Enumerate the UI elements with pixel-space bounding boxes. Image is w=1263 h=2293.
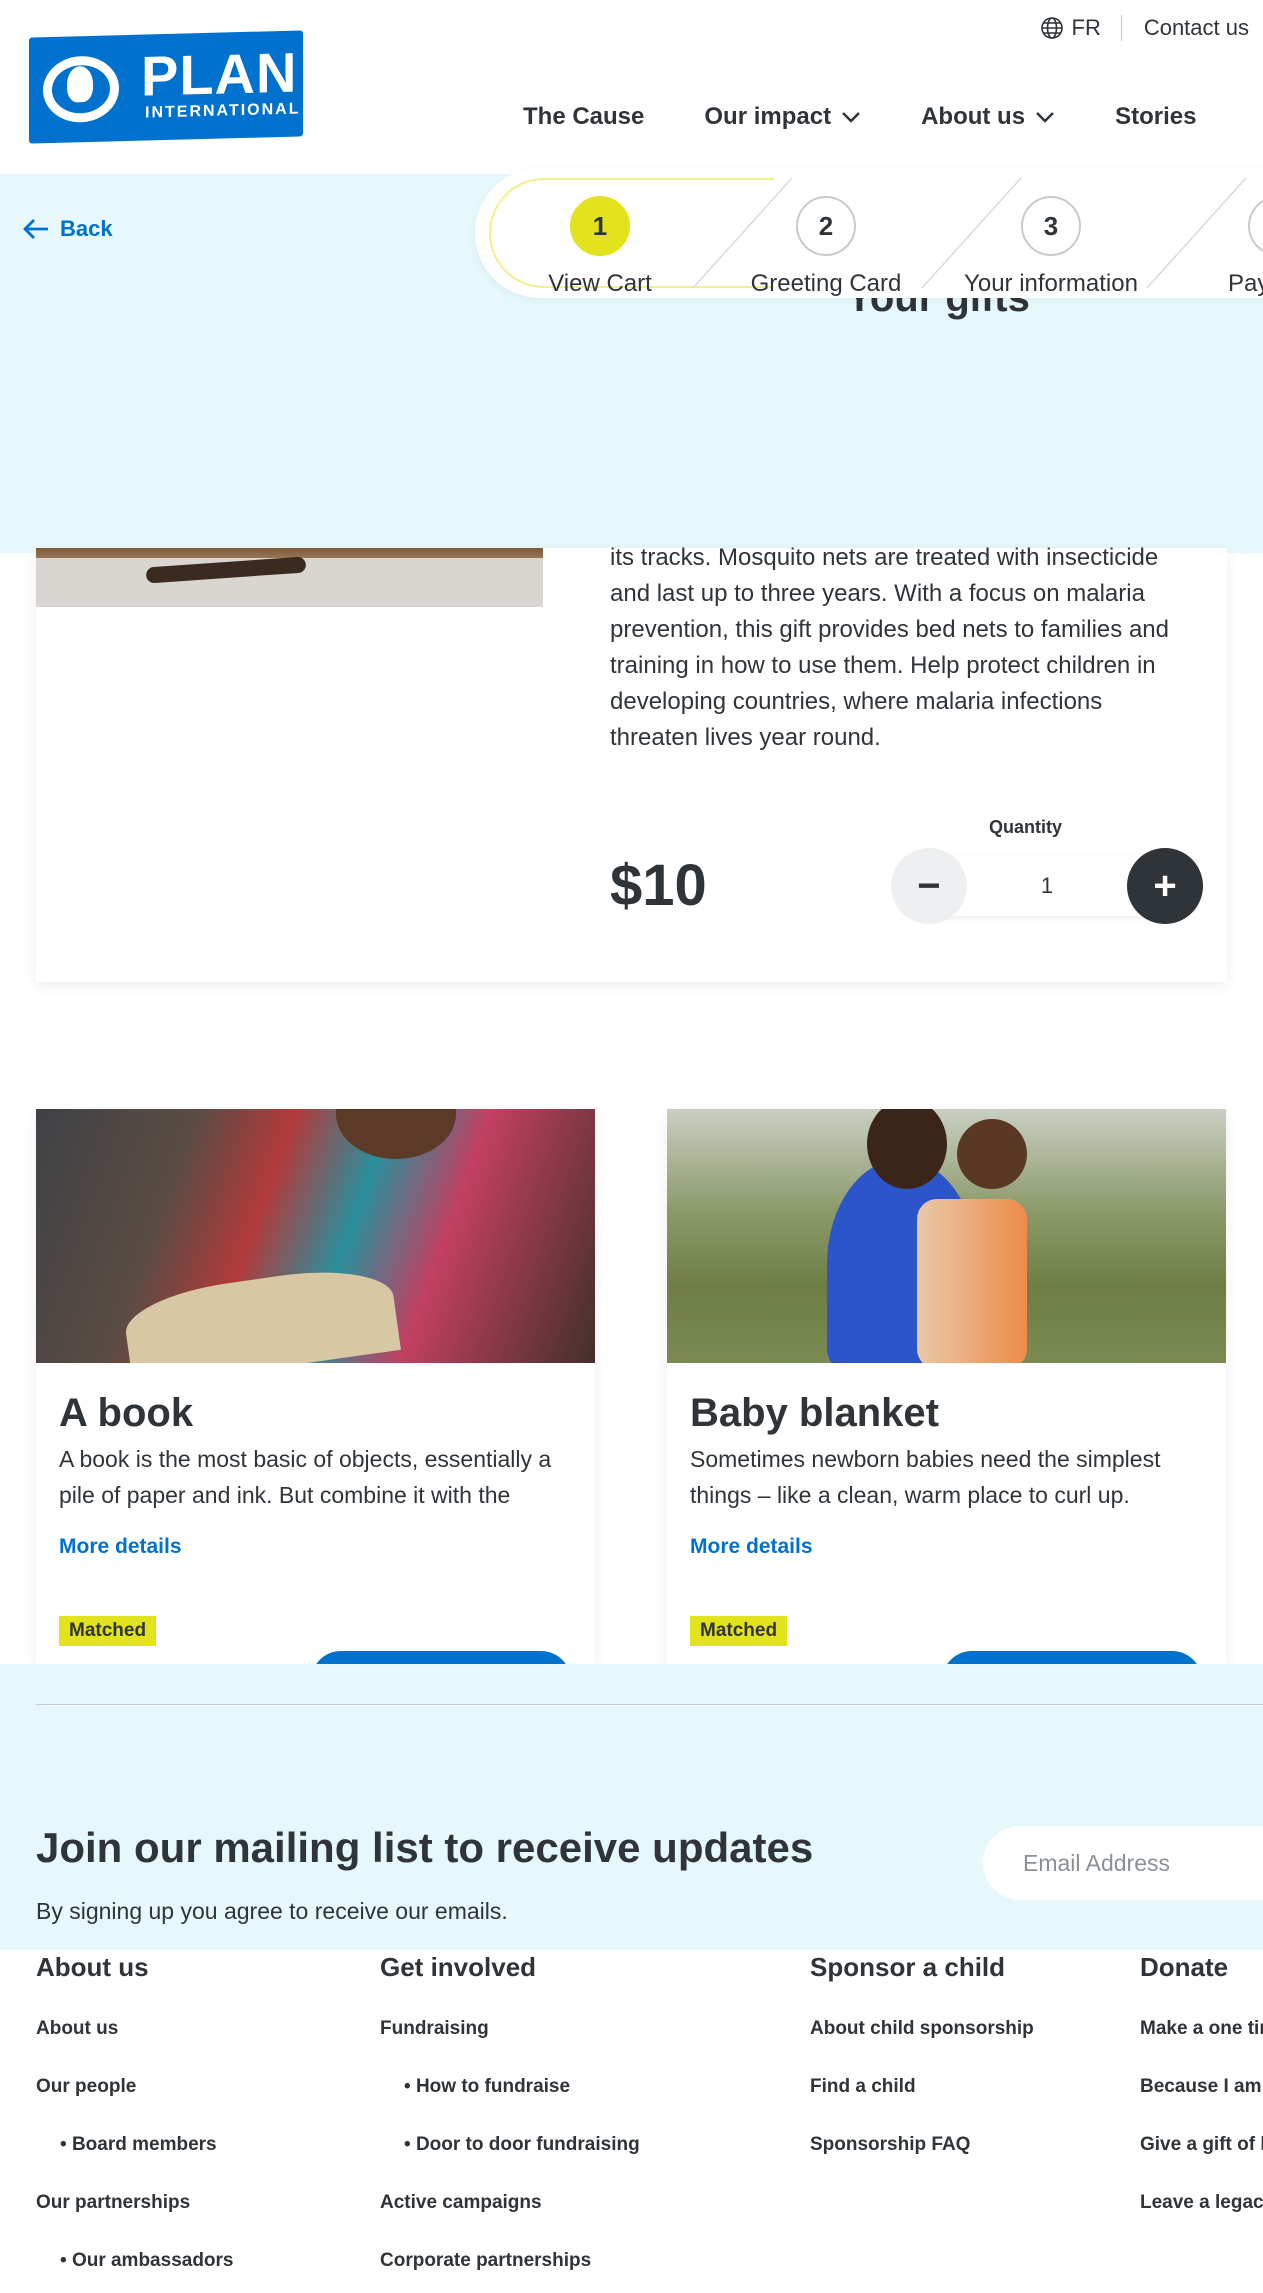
image-detail <box>917 1199 1027 1363</box>
newsletter-section: Join our mailing list to receive updates… <box>0 1664 1263 1950</box>
footer-link[interactable]: Our people <box>36 2075 234 2099</box>
footer-link[interactable]: Door to door fundraising <box>380 2133 640 2157</box>
quantity-label: Quantity <box>989 817 1063 837</box>
step-label: Your information <box>964 270 1138 297</box>
nav-label: Stories <box>1115 103 1197 130</box>
decrease-quantity-button[interactable]: − <box>891 848 967 924</box>
chevron-down-icon <box>842 112 860 123</box>
footer-column-about: About us About us Our people Board membe… <box>36 1950 234 2273</box>
chevron-down-icon <box>1036 112 1054 123</box>
step-label: Payment <box>1228 270 1263 297</box>
step-number: 1 <box>570 196 630 256</box>
product-image <box>36 1109 595 1363</box>
footer-heading: About us <box>36 1952 149 1982</box>
footer-link[interactable]: How to fundraise <box>380 2075 640 2099</box>
footer-link[interactable]: Because I am a Girl <box>1140 2075 1263 2099</box>
product-title: Baby blanket <box>690 1391 939 1435</box>
image-detail <box>957 1119 1027 1189</box>
product-card-book: A book A book is the most basic of objec… <box>36 1109 595 1664</box>
arrow-left-icon <box>23 219 48 239</box>
language-switcher[interactable]: FR <box>1040 15 1122 41</box>
footer-link[interactable]: Our ambassadors <box>36 2249 234 2273</box>
step-number: 2 <box>796 196 856 256</box>
utility-nav: FR Contact us <box>1040 14 1263 42</box>
footer-link[interactable]: Board members <box>36 2133 234 2157</box>
product-card-baby-blanket: Baby blanket Sometimes newborn babies ne… <box>667 1109 1226 1664</box>
main-nav: The Cause Our impact About us Stories <box>523 103 1256 131</box>
footer-link[interactable]: Our partnerships <box>36 2191 234 2215</box>
quantity-value[interactable]: 1 <box>967 848 1127 924</box>
step-payment[interactable]: 4 Payment <box>1176 196 1263 298</box>
product-description: A book is the most basic of objects, ess… <box>59 1446 552 1508</box>
footer-heading: Get involved <box>380 1952 537 1982</box>
footer-link[interactable]: Fundraising <box>380 2017 640 2041</box>
step-number: 3 <box>1021 196 1081 256</box>
image-detail <box>121 1260 401 1363</box>
footer-column-get-involved: Get involved Fundraising How to fundrais… <box>380 1950 640 2273</box>
matched-badge: Matched <box>59 1616 157 1646</box>
back-label: Back <box>60 216 113 241</box>
logo-subtitle: INTERNATIONAL <box>145 100 301 122</box>
product-title: A book <box>59 1391 194 1435</box>
increase-quantity-button[interactable]: + <box>1127 848 1203 924</box>
more-details-link[interactable]: More details <box>690 1535 813 1559</box>
email-field[interactable]: Email Address <box>983 1826 1263 1900</box>
footer-link[interactable]: Leave a legacy <box>1140 2191 1263 2215</box>
step-number: 4 <box>1248 196 1263 256</box>
footer-link[interactable]: Sponsorship FAQ <box>810 2133 1034 2157</box>
nav-item-our-impact[interactable]: Our impact <box>704 103 861 131</box>
plan-international-logo[interactable]: PLAN INTERNATIONAL <box>29 30 303 144</box>
footer-link[interactable]: About us <box>36 2017 234 2041</box>
footer-link[interactable]: Make a one time donation <box>1140 2017 1263 2041</box>
footer-link[interactable]: Active campaigns <box>380 2191 640 2215</box>
footer-heading: Sponsor a child <box>810 1952 1006 1982</box>
cart-item-price: $10 <box>610 853 707 918</box>
footer-link[interactable]: About child sponsorship <box>810 2017 1034 2041</box>
step-your-information[interactable]: 3 Your information <box>951 196 1151 298</box>
contact-us-link[interactable]: Contact us <box>1122 15 1263 41</box>
product-image <box>667 1109 1226 1363</box>
footer-link[interactable]: Give a gift of hope <box>1140 2133 1263 2157</box>
step-greeting-card[interactable]: 2 Greeting Card <box>726 196 926 298</box>
globe-icon <box>1040 17 1063 39</box>
product-description: Sometimes newborn babies need the simple… <box>690 1446 1161 1508</box>
nav-label: About us <box>921 103 1026 130</box>
cart-item-image <box>36 548 543 607</box>
footer-link[interactable]: Find a child <box>810 2075 1034 2099</box>
more-details-link[interactable]: More details <box>59 1535 182 1559</box>
quantity-stepper: − 1 + <box>891 848 1203 924</box>
language-label: FR <box>1071 15 1101 40</box>
nav-item-stories[interactable]: Stories <box>1115 103 1196 131</box>
matched-badge: Matched <box>690 1616 788 1646</box>
cart-item-description: its tracks. Mosquito nets are treated wi… <box>610 544 1169 751</box>
logo-child-figure-icon <box>67 65 93 103</box>
divider <box>36 1704 1263 1705</box>
image-detail <box>336 1109 456 1159</box>
logo-wordmark: PLAN <box>141 40 298 108</box>
footer-heading: Donate <box>1140 1952 1229 1982</box>
nav-label: The Cause <box>523 103 645 130</box>
newsletter-title: Join our mailing list to receive updates <box>36 1824 814 1871</box>
footer-link[interactable]: Corporate partnerships <box>380 2249 640 2273</box>
step-label: Greeting Card <box>750 270 902 297</box>
add-to-cart-button[interactable] <box>942 1651 1202 1664</box>
newsletter-subtitle: By signing up you agree to receive our e… <box>36 1898 508 1924</box>
footer-column-donate: Donate Make a one time donation Because … <box>1140 1950 1263 2215</box>
step-view-cart[interactable]: 1 View Cart <box>500 196 700 298</box>
back-link[interactable]: Back <box>22 216 113 242</box>
site-header: PLAN INTERNATIONAL FR Contact us The Cau… <box>0 0 1263 174</box>
step-label: View Cart <box>548 270 652 297</box>
nav-item-about-us[interactable]: About us <box>921 103 1055 131</box>
cart-item-card: its tracks. Mosquito nets are treated wi… <box>36 544 1227 982</box>
footer-column-sponsor: Sponsor a child About child sponsorship … <box>810 1950 1034 2157</box>
nav-item-the-cause[interactable]: The Cause <box>523 103 644 131</box>
add-to-cart-button[interactable] <box>311 1651 571 1664</box>
nav-label: Our impact <box>704 103 832 130</box>
site-footer: About us About us Our people Board membe… <box>0 1950 1263 2293</box>
